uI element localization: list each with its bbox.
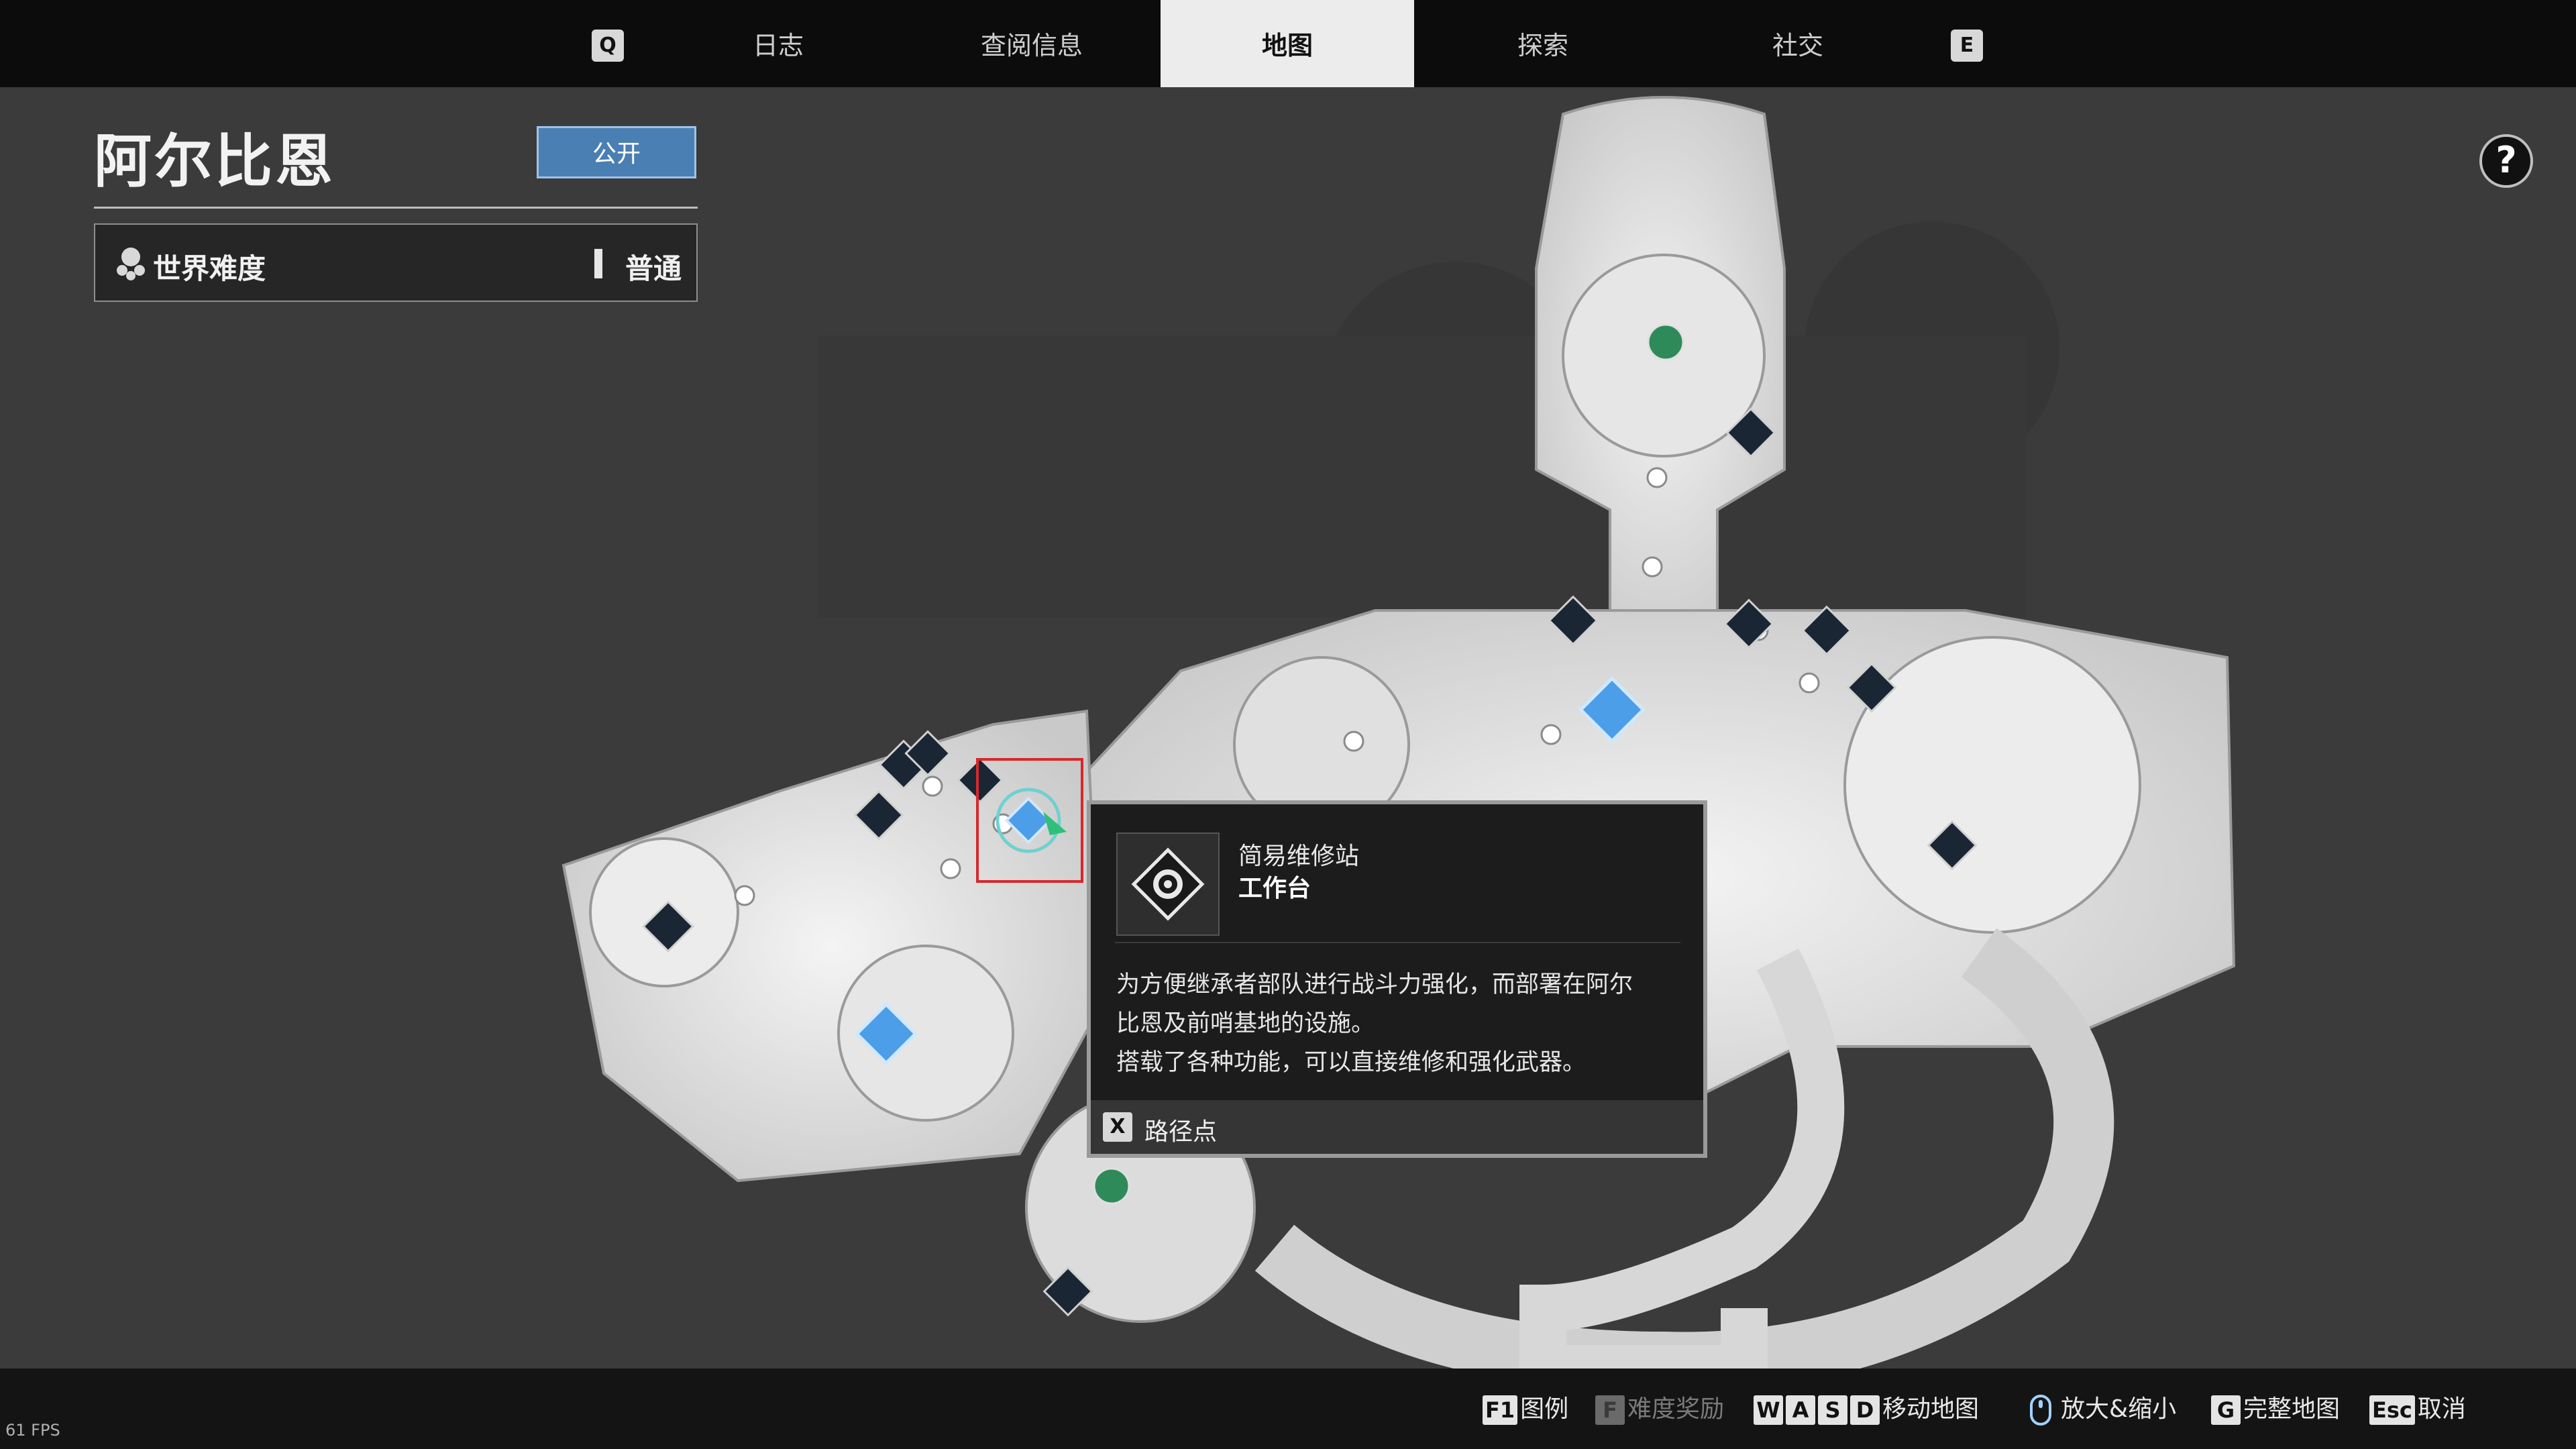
tab-map[interactable]: 地图 [1161,0,1414,87]
difficulty-value: 普通 [625,252,682,285]
hint-legend[interactable]: F1 图例 [1483,1393,1568,1426]
tab-prev-key[interactable]: Q [592,30,624,62]
waypoint-key: X [1103,1112,1132,1142]
hint-legend-label: 图例 [1520,1395,1569,1423]
hint-full-map-label: 完整地图 [2243,1395,2341,1423]
selection-highlight-box [976,758,1083,883]
tooltip-category: 简易维修站 [1238,843,1360,870]
difficulty-label: 世界难度 [153,252,266,285]
tooltip-icon-frame [1116,833,1220,936]
map-marker-green-north[interactable] [1647,323,1684,361]
tooltip-description-line: 为方便继承者部队进行战斗力强化，而部署在阿尔 [1116,971,1633,998]
key-g: G [2211,1395,2241,1425]
panel-divider [94,207,698,209]
hint-difficulty-reward-label: 难度奖励 [1627,1395,1725,1423]
key-esc: Esc [2369,1395,2415,1425]
hint-cancel[interactable]: Esc 取消 [2369,1393,2466,1426]
key-d: D [1850,1395,1880,1425]
gear-wrench-icon [1131,847,1205,921]
tooltip-description-line: 比恩及前哨基地的设施。 [1116,1010,1375,1037]
hint-full-map[interactable]: G 完整地图 [2211,1393,2340,1426]
key-f: F [1595,1395,1625,1425]
tooltip-description-line: 搭载了各种功能，可以直接维修和强化武器。 [1116,1049,1587,1076]
difficulty-indicator [594,249,602,278]
key-w: W [1754,1395,1783,1425]
hint-move-map-label: 移动地图 [1882,1395,1980,1423]
tooltip-description: 为方便继承者部队进行战斗力强化，而部署在阿尔 比恩及前哨基地的设施。 搭载了各种… [1116,965,1686,1082]
tab-info[interactable]: 查阅信息 [904,0,1159,87]
hint-zoom-label: 放大&缩小 [2061,1395,2177,1423]
difficulty-emblem-icon [117,248,145,280]
bottom-hint-bar [0,1368,2576,1449]
world-difficulty-row[interactable]: 世界难度 普通 [94,223,698,302]
help-icon[interactable]: ? [2479,134,2533,188]
waypoint-action-label: 路径点 [1144,1118,1218,1146]
tooltip-name: 工作台 [1238,875,1311,902]
map-background-structures [818,221,2059,617]
top-tab-bar: Q 日志 查阅信息 地图 探索 社交 E [0,0,2576,87]
tab-social[interactable]: 社交 [1670,0,1925,87]
hint-move-map[interactable]: W A S D 移动地图 [1754,1393,1979,1426]
hint-zoom[interactable]: 放大&缩小 [2026,1393,2176,1426]
key-s: S [1818,1395,1847,1425]
key-a: A [1786,1395,1815,1425]
tab-next-key[interactable]: E [1951,30,1983,62]
public-button[interactable]: 公开 [537,126,696,178]
tooltip-action-bar[interactable]: X 路径点 [1091,1100,1703,1154]
area-title: 阿尔比恩 [94,128,335,195]
tab-explore[interactable]: 探索 [1415,0,1670,87]
hint-difficulty-reward: F 难度奖励 [1595,1393,1724,1426]
key-f1: F1 [1483,1395,1518,1425]
mouse-scroll-icon [2030,1395,2051,1426]
tooltip-divider [1115,942,1680,943]
tab-journal[interactable]: 日志 [671,0,885,87]
hint-cancel-label: 取消 [2417,1395,2466,1423]
map-marker-green-south[interactable] [1093,1167,1130,1205]
map-tooltip: 简易维修站 工作台 为方便继承者部队进行战斗力强化，而部署在阿尔 比恩及前哨基地… [1087,800,1707,1158]
fps-counter: 61 FPS [5,1421,60,1440]
